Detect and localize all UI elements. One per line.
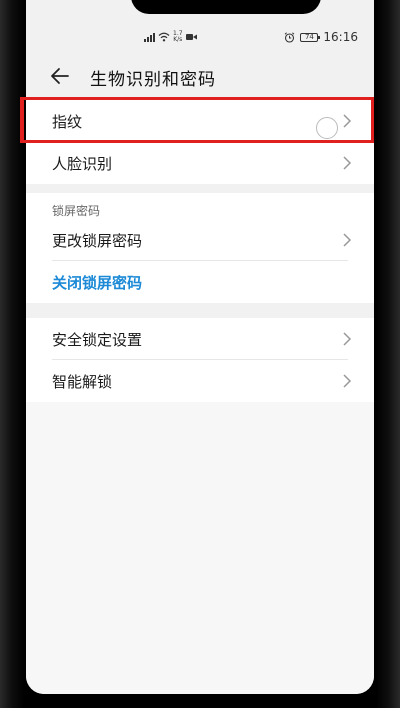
app-header: 生物识别和密码	[26, 58, 374, 98]
network-indicators: 1.7 K/s	[144, 31, 197, 43]
clock: 16:16	[323, 30, 358, 44]
list-item-label: 智能解锁	[52, 372, 113, 391]
chevron-right-icon	[343, 233, 352, 247]
biometrics-card: 指纹 人脸识别	[26, 100, 374, 184]
wifi-icon	[158, 32, 170, 42]
chevron-right-icon	[343, 156, 352, 170]
list-item-face-recognition[interactable]: 人脸识别	[26, 142, 374, 184]
battery-icon: 74	[300, 32, 321, 42]
list-item-smart-unlock[interactable]: 智能解锁	[26, 360, 374, 402]
section-label: 锁屏密码	[52, 204, 101, 218]
touch-indicator	[316, 117, 338, 139]
list-item-label: 关闭锁屏密码	[52, 273, 143, 292]
phone-frame: 1.7 K/s 74 16:16 生物识别和密码 指纹 人脸识别 锁屏密码 更改…	[0, 0, 400, 708]
page-title: 生物识别和密码	[90, 70, 216, 90]
screen: 1.7 K/s 74 16:16 生物识别和密码 指纹 人脸识别 锁屏密码 更改…	[26, 0, 374, 694]
content-background	[26, 402, 374, 694]
status-right: 74 16:16	[284, 30, 358, 44]
network-speed: 1.7 K/s	[173, 31, 183, 43]
lock-screen-card: 锁屏密码 更改锁屏密码 关闭锁屏密码	[26, 193, 374, 303]
battery-level: 74	[304, 32, 314, 41]
chevron-right-icon	[343, 114, 352, 128]
chevron-right-icon	[343, 374, 352, 388]
chevron-right-icon	[343, 332, 352, 346]
security-card: 安全锁定设置 智能解锁	[26, 318, 374, 402]
disable-password-link[interactable]: 关闭锁屏密码	[26, 261, 374, 303]
camera-notch	[131, 0, 321, 14]
video-icon	[185, 34, 197, 40]
list-item-label: 更改锁屏密码	[52, 231, 143, 250]
status-bar: 1.7 K/s 74 16:16	[26, 28, 374, 48]
arrow-left-icon[interactable]	[48, 64, 72, 88]
alarm-icon	[285, 31, 295, 43]
list-item-security-lock[interactable]: 安全锁定设置	[26, 318, 374, 360]
list-item-label: 安全锁定设置	[52, 330, 143, 349]
list-item-change-password[interactable]: 更改锁屏密码	[26, 219, 374, 261]
signal-4g-icon	[144, 32, 155, 42]
list-item-label: 人脸识别	[52, 154, 113, 173]
network-speed-unit: K/s	[173, 36, 183, 43]
list-item-label: 指纹	[52, 112, 83, 131]
